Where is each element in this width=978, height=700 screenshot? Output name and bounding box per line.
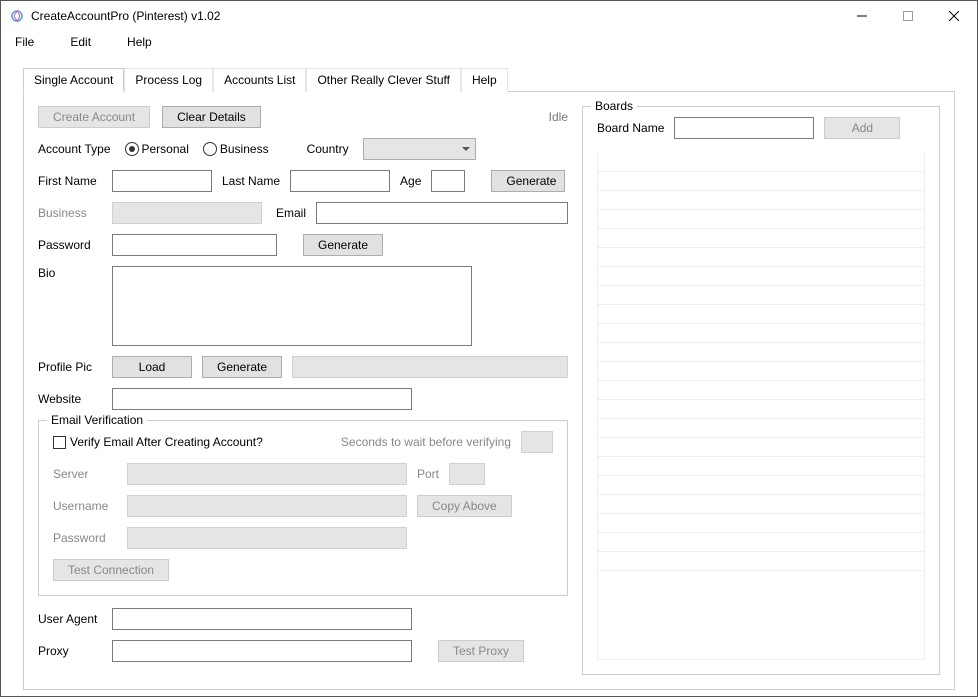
seconds-label: Seconds to wait before verifying (341, 435, 511, 449)
business-input (112, 202, 262, 224)
proxy-input[interactable] (112, 640, 412, 662)
verify-checkbox[interactable] (53, 436, 66, 449)
email-input[interactable] (316, 202, 568, 224)
window-title: CreateAccountPro (Pinterest) v1.02 (31, 9, 839, 23)
password-input[interactable] (112, 234, 277, 256)
create-account-button[interactable]: Create Account (38, 106, 150, 128)
first-name-label: First Name (38, 174, 102, 188)
website-input[interactable] (112, 388, 412, 410)
age-label: Age (400, 174, 421, 188)
status-label: Idle (549, 110, 568, 124)
menu-edit[interactable]: Edit (64, 33, 97, 51)
radio-personal-wrap[interactable]: Personal (125, 142, 189, 157)
tabs: Single Account Process Log Accounts List… (23, 67, 955, 92)
user-agent-label: User Agent (38, 612, 102, 626)
business-label: Business (38, 206, 102, 220)
window-controls (839, 1, 977, 31)
ev-password-input (127, 527, 407, 549)
test-proxy-button[interactable]: Test Proxy (438, 640, 524, 662)
menu-file[interactable]: File (9, 33, 40, 51)
verify-checkbox-wrap[interactable]: Verify Email After Creating Account? (53, 435, 263, 449)
email-label: Email (276, 206, 306, 220)
tab-content: Create Account Clear Details Idle Accoun… (23, 92, 955, 690)
ev-username-input (127, 495, 407, 517)
menubar: File Edit Help (1, 31, 977, 57)
boards-legend: Boards (591, 99, 637, 113)
radio-personal[interactable] (125, 142, 139, 156)
boards-list[interactable] (597, 153, 925, 660)
ev-password-label: Password (53, 531, 117, 545)
age-input[interactable] (431, 170, 465, 192)
maximize-button[interactable] (885, 1, 931, 31)
app-icon (9, 8, 25, 24)
tab-process-log[interactable]: Process Log (124, 68, 213, 92)
generate-name-button[interactable]: Generate (491, 170, 565, 192)
board-name-input[interactable] (674, 117, 814, 139)
radio-business[interactable] (203, 142, 217, 156)
tab-single-account[interactable]: Single Account (23, 68, 124, 92)
generate-password-button[interactable]: Generate (303, 234, 383, 256)
server-label: Server (53, 467, 117, 481)
board-name-label: Board Name (597, 121, 664, 135)
left-column: Create Account Clear Details Idle Accoun… (38, 106, 568, 675)
generate-pic-button[interactable]: Generate (202, 356, 282, 378)
load-button[interactable]: Load (112, 356, 192, 378)
add-board-button[interactable]: Add (824, 117, 900, 139)
bio-label: Bio (38, 266, 102, 280)
password-label: Password (38, 238, 102, 252)
country-label: Country (307, 142, 349, 156)
port-input (449, 463, 485, 485)
tab-accounts-list[interactable]: Accounts List (213, 68, 306, 92)
email-verification-legend: Email Verification (47, 413, 147, 427)
copy-above-button[interactable]: Copy Above (417, 495, 512, 517)
clear-details-button[interactable]: Clear Details (162, 106, 261, 128)
boards-group: Boards Board Name Add (582, 106, 940, 675)
seconds-input (521, 431, 553, 453)
profile-pic-label: Profile Pic (38, 360, 102, 374)
user-agent-input[interactable] (112, 608, 412, 630)
titlebar: CreateAccountPro (Pinterest) v1.02 (1, 1, 977, 31)
first-name-input[interactable] (112, 170, 212, 192)
last-name-input[interactable] (290, 170, 390, 192)
minimize-button[interactable] (839, 1, 885, 31)
radio-business-wrap[interactable]: Business (203, 142, 269, 157)
profile-pic-path (292, 356, 568, 378)
close-button[interactable] (931, 1, 977, 31)
tab-help[interactable]: Help (461, 68, 508, 92)
account-type-label: Account Type (38, 142, 111, 156)
bio-input[interactable] (112, 266, 472, 346)
menu-help[interactable]: Help (121, 33, 158, 51)
tab-clever[interactable]: Other Really Clever Stuff (306, 68, 461, 92)
port-label: Port (417, 467, 439, 481)
proxy-label: Proxy (38, 644, 102, 658)
country-select[interactable] (363, 138, 476, 160)
test-connection-button[interactable]: Test Connection (53, 559, 169, 581)
email-verification-group: Email Verification Verify Email After Cr… (38, 420, 568, 596)
server-input (127, 463, 407, 485)
last-name-label: Last Name (222, 174, 280, 188)
username-label: Username (53, 499, 117, 513)
website-label: Website (38, 392, 102, 406)
